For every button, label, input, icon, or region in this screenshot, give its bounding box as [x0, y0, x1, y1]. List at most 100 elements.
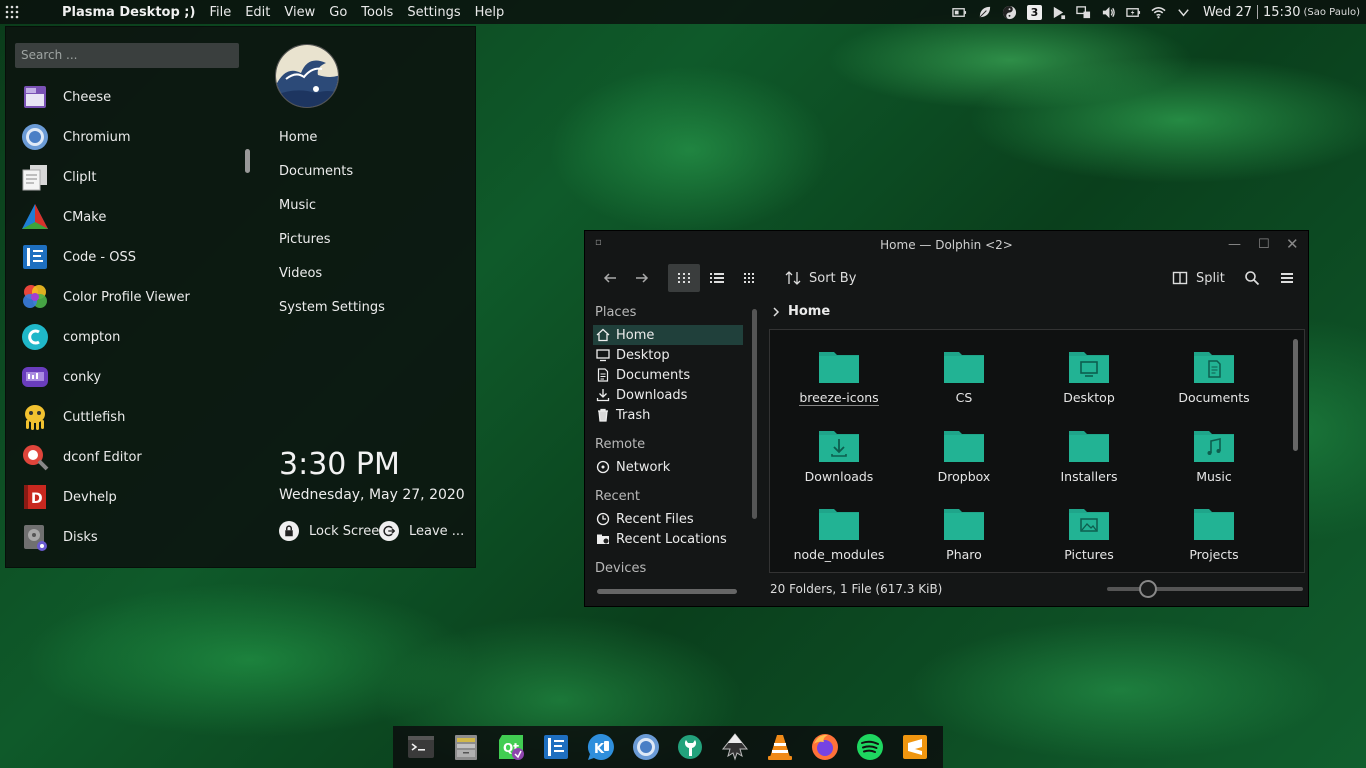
file-view[interactable]: breeze-icons CS Desktop Documents Downlo…	[769, 329, 1305, 573]
folder-item[interactable]: Projects	[1159, 505, 1269, 563]
launcher-place-home[interactable]: Home	[279, 127, 385, 161]
sidebar-item-downloads[interactable]: Downloads	[593, 385, 743, 405]
launcher-search-input[interactable]: Search ...	[15, 43, 239, 68]
launcher-place-videos[interactable]: Videos	[279, 263, 385, 297]
app-item-conky[interactable]: conky	[20, 357, 240, 397]
compact-view-button[interactable]	[736, 264, 764, 292]
launcher-place-pictures[interactable]: Pictures	[279, 229, 385, 263]
breadcrumb[interactable]: Home	[771, 304, 830, 319]
maximize-icon[interactable]: ☐	[1258, 237, 1270, 252]
details-view-button[interactable]	[703, 264, 731, 292]
app-item-color-profile-viewer[interactable]: Color Profile Viewer	[20, 277, 240, 317]
menu-edit[interactable]: Edit	[245, 5, 270, 20]
chromium-icon[interactable]	[631, 732, 661, 762]
badge-3-icon[interactable]: 3	[1026, 4, 1042, 20]
folder-item[interactable]: breeze-icons	[784, 348, 894, 406]
split-button[interactable]: Split	[1172, 264, 1230, 292]
file-manager-icon[interactable]	[451, 732, 481, 762]
app-list-scrollbar[interactable]	[245, 149, 250, 173]
menu-help[interactable]: Help	[475, 5, 505, 20]
app-item-disks[interactable]: Disks	[20, 517, 240, 557]
vlc-icon[interactable]	[765, 732, 795, 762]
app-item-cmake[interactable]: CMake	[20, 197, 240, 237]
top-panel: Plasma Desktop ;) File Edit View Go Tool…	[0, 0, 1366, 24]
app-item-chromium[interactable]: Chromium	[20, 117, 240, 157]
places-horizontal-scrollbar[interactable]	[597, 589, 737, 594]
folder-item[interactable]: Music	[1159, 427, 1269, 485]
yin-yang-icon[interactable]	[1002, 4, 1018, 20]
app-item-cuttlefish[interactable]: Cuttlefish	[20, 397, 240, 437]
menu-view[interactable]: View	[284, 5, 315, 20]
terminal-icon[interactable]	[406, 732, 436, 762]
forward-arrow-icon[interactable]	[629, 264, 655, 292]
folder-item[interactable]: CS	[909, 348, 1019, 406]
sidebar-item-documents[interactable]: Documents	[593, 365, 743, 385]
app-item-cheese[interactable]: Cheese	[20, 77, 240, 117]
file-view-scrollbar[interactable]	[1293, 339, 1298, 451]
folder-item[interactable]: Pharo	[909, 505, 1019, 563]
app-item-code-oss[interactable]: Code - OSS	[20, 237, 240, 277]
clock-date[interactable]: Wed 27	[1203, 5, 1252, 20]
folder-item[interactable]: Installers	[1034, 427, 1144, 485]
leaf-icon[interactable]	[977, 4, 993, 20]
active-app-name[interactable]: Plasma Desktop ;)	[62, 5, 195, 20]
minimize-icon[interactable]: —	[1228, 237, 1241, 252]
app-item-compton[interactable]: compton	[20, 317, 240, 357]
search-icon[interactable]	[1239, 264, 1265, 292]
sidebar-item-desktop[interactable]: Desktop	[593, 345, 743, 365]
menu-settings[interactable]: Settings	[407, 5, 460, 20]
folder-item[interactable]: Desktop	[1034, 348, 1144, 406]
leave-button[interactable]: Leave ...	[379, 521, 464, 541]
hamburger-menu-icon[interactable]	[1274, 264, 1300, 292]
sidebar-item-recent-files[interactable]: Recent Files	[593, 509, 743, 529]
chevron-down-icon[interactable]	[1176, 4, 1192, 20]
folder-item[interactable]: Documents	[1159, 348, 1269, 406]
sidebar-item-network[interactable]: Network	[593, 457, 743, 477]
clock-time[interactable]: 15:30	[1263, 5, 1300, 20]
wifi-icon[interactable]	[1151, 4, 1167, 20]
sort-by-button[interactable]: Sort By	[785, 264, 865, 292]
folder-item[interactable]: node_modules	[784, 505, 894, 563]
sidebar-item-home[interactable]: Home	[593, 325, 743, 345]
code-oss-icon[interactable]	[541, 732, 571, 762]
icons-view-button[interactable]	[668, 264, 700, 292]
volume-icon[interactable]	[1101, 4, 1117, 20]
battery-icon[interactable]	[952, 4, 968, 20]
app-grid-icon[interactable]	[0, 0, 24, 24]
spotify-icon[interactable]	[855, 732, 885, 762]
folder-item[interactable]: Pictures	[1034, 505, 1144, 563]
places-scrollbar[interactable]	[752, 309, 757, 519]
zoom-slider-track[interactable]	[1107, 587, 1303, 591]
firefox-icon[interactable]	[810, 732, 840, 762]
close-icon[interactable]: ✕	[1286, 235, 1299, 253]
sidebar-item-trash[interactable]: Trash	[593, 405, 743, 425]
menu-go[interactable]: Go	[329, 5, 347, 20]
user-avatar[interactable]	[275, 44, 339, 108]
folder-item[interactable]: Dropbox	[909, 427, 1019, 485]
launcher-place-documents[interactable]: Documents	[279, 161, 385, 195]
kde-connect-icon[interactable]: K	[586, 732, 616, 762]
menu-file[interactable]: File	[209, 5, 231, 20]
app-item-clipit[interactable]: ClipIt	[20, 157, 240, 197]
lock-screen-button[interactable]: Lock Screen	[279, 521, 387, 541]
launcher-place-music[interactable]: Music	[279, 195, 385, 229]
recent-locations-icon	[596, 532, 610, 546]
app-item-devhelp[interactable]: D Devhelp	[20, 477, 240, 517]
sublime-icon[interactable]	[900, 732, 930, 762]
settings-wrench-icon[interactable]	[675, 732, 705, 762]
launcher-place-system-settings[interactable]: System Settings	[279, 297, 385, 331]
display-icon[interactable]	[1076, 4, 1092, 20]
zoom-slider-handle[interactable]	[1139, 580, 1157, 598]
back-arrow-icon[interactable]	[597, 264, 623, 292]
folder-item[interactable]: Downloads	[784, 427, 894, 485]
window-menu-icon[interactable]: ▫	[595, 237, 602, 248]
battery-charge-icon[interactable]	[1126, 4, 1142, 20]
inkscape-icon[interactable]	[720, 732, 750, 762]
menu-tools[interactable]: Tools	[361, 5, 393, 20]
app-item-dconf-editor[interactable]: dconf Editor	[20, 437, 240, 477]
folder-icon	[1069, 431, 1109, 462]
window-titlebar[interactable]: ▫ Home — Dolphin <2> — ☐ ✕	[585, 231, 1308, 259]
qt-creator-icon[interactable]: Qt	[496, 732, 526, 762]
play-icon[interactable]	[1051, 4, 1067, 20]
sidebar-item-recent-locations[interactable]: Recent Locations	[593, 529, 743, 549]
